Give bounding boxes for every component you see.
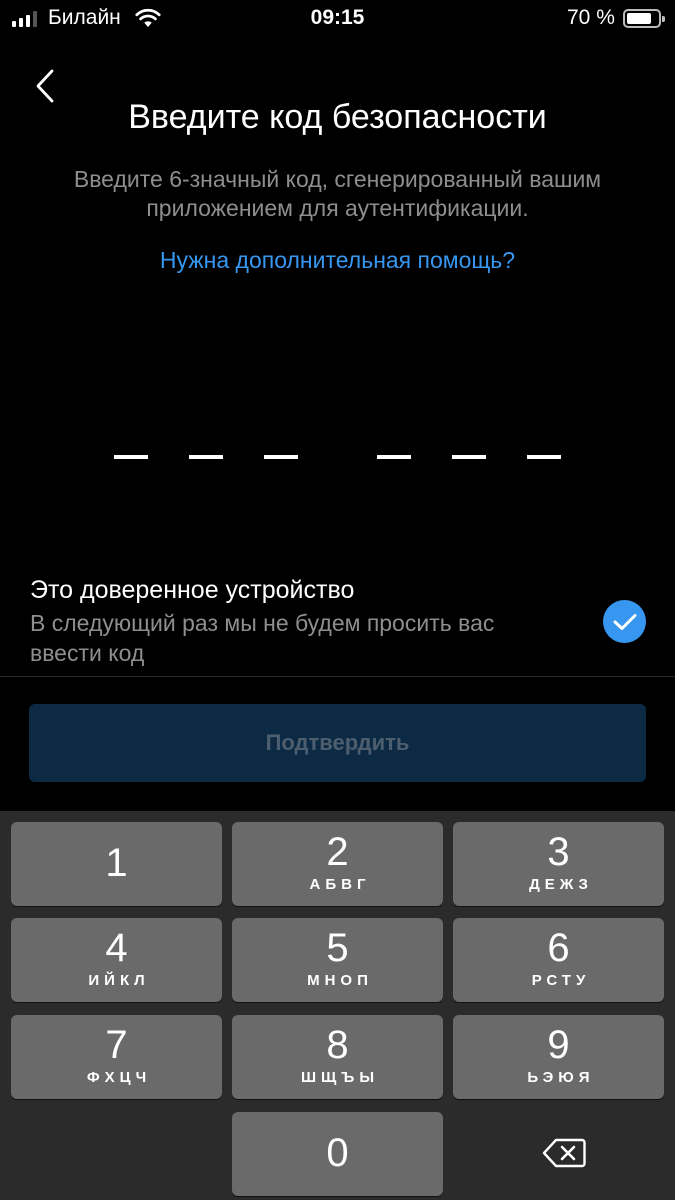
key-6[interactable]: 6 РСТУ [453, 918, 664, 1002]
key-3[interactable]: 3 ДЕЖЗ [453, 822, 664, 906]
trusted-device-checkbox[interactable] [603, 600, 646, 643]
key-letters: ЬЭЮЯ [527, 1069, 595, 1086]
page-subtitle: Введите 6-значный код, сгенерированный в… [73, 166, 602, 221]
code-slot [377, 455, 411, 459]
key-4[interactable]: 4 ИЙКЛ [11, 918, 222, 1002]
key-digit: 4 [105, 926, 128, 970]
key-digit: 1 [105, 841, 128, 885]
checkmark-icon [613, 613, 636, 630]
trusted-device-option: Это доверенное устройство В следующий ра… [30, 574, 550, 668]
key-digit: 8 [326, 1023, 349, 1067]
key-5[interactable]: 5 МНОП [232, 918, 443, 1002]
confirm-button[interactable]: Подтвердить [29, 704, 646, 782]
key-letters: ФХЦЧ [86, 1069, 152, 1086]
help-link[interactable]: Нужна дополнительная помощь? [0, 247, 675, 274]
trusted-device-description: В следующий раз мы не будем просить вас … [30, 610, 495, 666]
code-slot [527, 455, 561, 459]
divider [0, 676, 675, 677]
trusted-device-title: Это доверенное устройство [30, 576, 355, 604]
security-code-input[interactable] [0, 455, 675, 461]
key-2[interactable]: 2 АБВГ [232, 822, 443, 906]
key-letters: ИЙКЛ [88, 972, 150, 989]
key-letters: АБВГ [309, 876, 371, 893]
key-7[interactable]: 7 ФХЦЧ [11, 1015, 222, 1099]
key-digit: 0 [326, 1131, 349, 1175]
code-slot [114, 455, 148, 459]
battery-icon [623, 9, 665, 28]
key-8[interactable]: 8 ШЩЪЫ [232, 1015, 443, 1099]
key-letters: МНОП [307, 972, 373, 989]
key-letters: ШЩЪЫ [300, 1069, 380, 1086]
status-bar: Билайн 09:15 70 % [0, 0, 675, 38]
key-digit: 9 [547, 1023, 570, 1067]
backspace-icon [542, 1138, 586, 1168]
code-slot [452, 455, 486, 459]
key-letters: ДЕЖЗ [529, 876, 593, 893]
backspace-button[interactable] [532, 1133, 596, 1173]
key-1[interactable]: 1 [11, 822, 222, 906]
key-letters: РСТУ [531, 972, 591, 989]
code-slot [264, 455, 298, 459]
page-title: Введите код безопасности [128, 98, 547, 136]
key-digit: 6 [547, 926, 570, 970]
key-digit: 3 [547, 830, 570, 874]
key-digit: 7 [105, 1023, 128, 1067]
code-slot [189, 455, 223, 459]
key-digit: 2 [326, 830, 349, 874]
key-digit: 5 [326, 926, 349, 970]
key-0[interactable]: 0 [232, 1112, 443, 1196]
battery-percent: 70 % [567, 6, 615, 29]
key-9[interactable]: 9 ЬЭЮЯ [453, 1015, 664, 1099]
